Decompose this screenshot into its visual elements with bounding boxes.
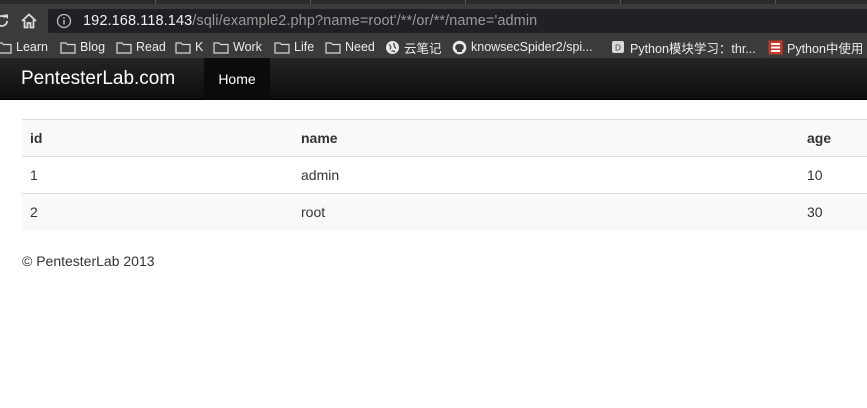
nav-home-link[interactable]: Home xyxy=(204,58,270,100)
svg-text:D: D xyxy=(615,44,621,53)
bookmark-cloud-notes[interactable]: 云笔记 xyxy=(384,37,442,57)
table-header-row: id name age xyxy=(22,119,867,157)
address-bar[interactable]: 192.168.118.143/sqli/example2.php?name=r… xyxy=(48,9,867,33)
bookmark-label: Python中使用 xyxy=(787,41,864,56)
table-row: 2 root 30 xyxy=(22,193,867,231)
bookmark-label: Need xyxy=(345,40,375,54)
reload-icon[interactable] xyxy=(0,11,12,31)
url-host: 192.168.118.143 xyxy=(83,13,193,29)
bookmark-work[interactable]: Work xyxy=(213,37,262,57)
folder-icon xyxy=(274,40,290,54)
footer-copyright: © PentesterLab 2013 xyxy=(22,253,155,269)
cell-age: 10 xyxy=(799,156,867,194)
bookmark-python-module[interactable]: D Python模块学习：thr... xyxy=(610,37,756,57)
url-path: /sqli/example2.php?name=root'/**/or/**/n… xyxy=(192,13,538,29)
bookmark-life[interactable]: Life xyxy=(274,37,314,57)
browser-chrome: 192.168.118.143/sqli/example2.php?name=r… xyxy=(0,0,867,58)
bookmark-knowsec-spider[interactable]: knowsecSpider2/spi... xyxy=(451,37,593,57)
bookmark-learn[interactable]: Learn xyxy=(0,37,48,57)
folder-icon xyxy=(116,40,132,54)
table-row: 1 admin 10 xyxy=(22,156,867,194)
github-icon xyxy=(451,40,467,54)
cell-name: admin xyxy=(293,156,799,194)
bookmark-label: Blog xyxy=(80,40,106,54)
bookmark-label: Python模块学习：thr... xyxy=(630,41,756,56)
bookmarks-bar: Learn Blog Read K Work Life Need 云笔记 kno… xyxy=(0,36,867,58)
folder-icon xyxy=(175,40,191,54)
bookmark-label: Life xyxy=(294,40,315,54)
page-icon: D xyxy=(610,40,626,54)
results-table: id name age 1 admin 10 2 root 30 xyxy=(22,119,867,231)
column-header-id: id xyxy=(22,119,293,157)
bookmark-label: Learn xyxy=(16,40,48,54)
globe-icon xyxy=(384,40,400,54)
folder-icon xyxy=(0,40,12,54)
folder-icon xyxy=(213,40,229,54)
bookmark-label: 云笔记 xyxy=(404,41,442,56)
brand-link[interactable]: PentesterLab.com xyxy=(21,68,175,90)
folder-icon xyxy=(60,40,76,54)
bookmark-blog[interactable]: Blog xyxy=(60,37,105,57)
address-row: 192.168.118.143/sqli/example2.php?name=r… xyxy=(0,6,867,36)
bookmark-need[interactable]: Need xyxy=(325,37,375,57)
bookmark-label: Work xyxy=(233,40,262,54)
cell-id: 2 xyxy=(22,193,293,231)
url-text[interactable]: 192.168.118.143/sqli/example2.php?name=r… xyxy=(83,12,537,30)
cell-name: root xyxy=(293,193,799,231)
home-icon[interactable] xyxy=(19,11,39,31)
info-icon[interactable] xyxy=(56,13,72,29)
column-header-name: name xyxy=(293,119,799,157)
bookmark-red-icon xyxy=(767,40,783,54)
cell-age: 30 xyxy=(799,193,867,231)
bookmark-label: knowsecSpider2/spi... xyxy=(471,40,593,54)
tab-strip xyxy=(0,0,867,4)
folder-icon xyxy=(325,40,341,54)
cell-id: 1 xyxy=(22,156,293,194)
bookmark-python-usage[interactable]: Python中使用 xyxy=(767,37,863,57)
bookmark-label: K xyxy=(195,40,204,54)
bookmark-k[interactable]: K xyxy=(175,37,203,57)
bookmark-read[interactable]: Read xyxy=(116,37,166,57)
site-navbar: PentesterLab.com Home xyxy=(0,58,867,100)
bookmark-label: Read xyxy=(136,40,166,54)
column-header-age: age xyxy=(799,119,867,157)
